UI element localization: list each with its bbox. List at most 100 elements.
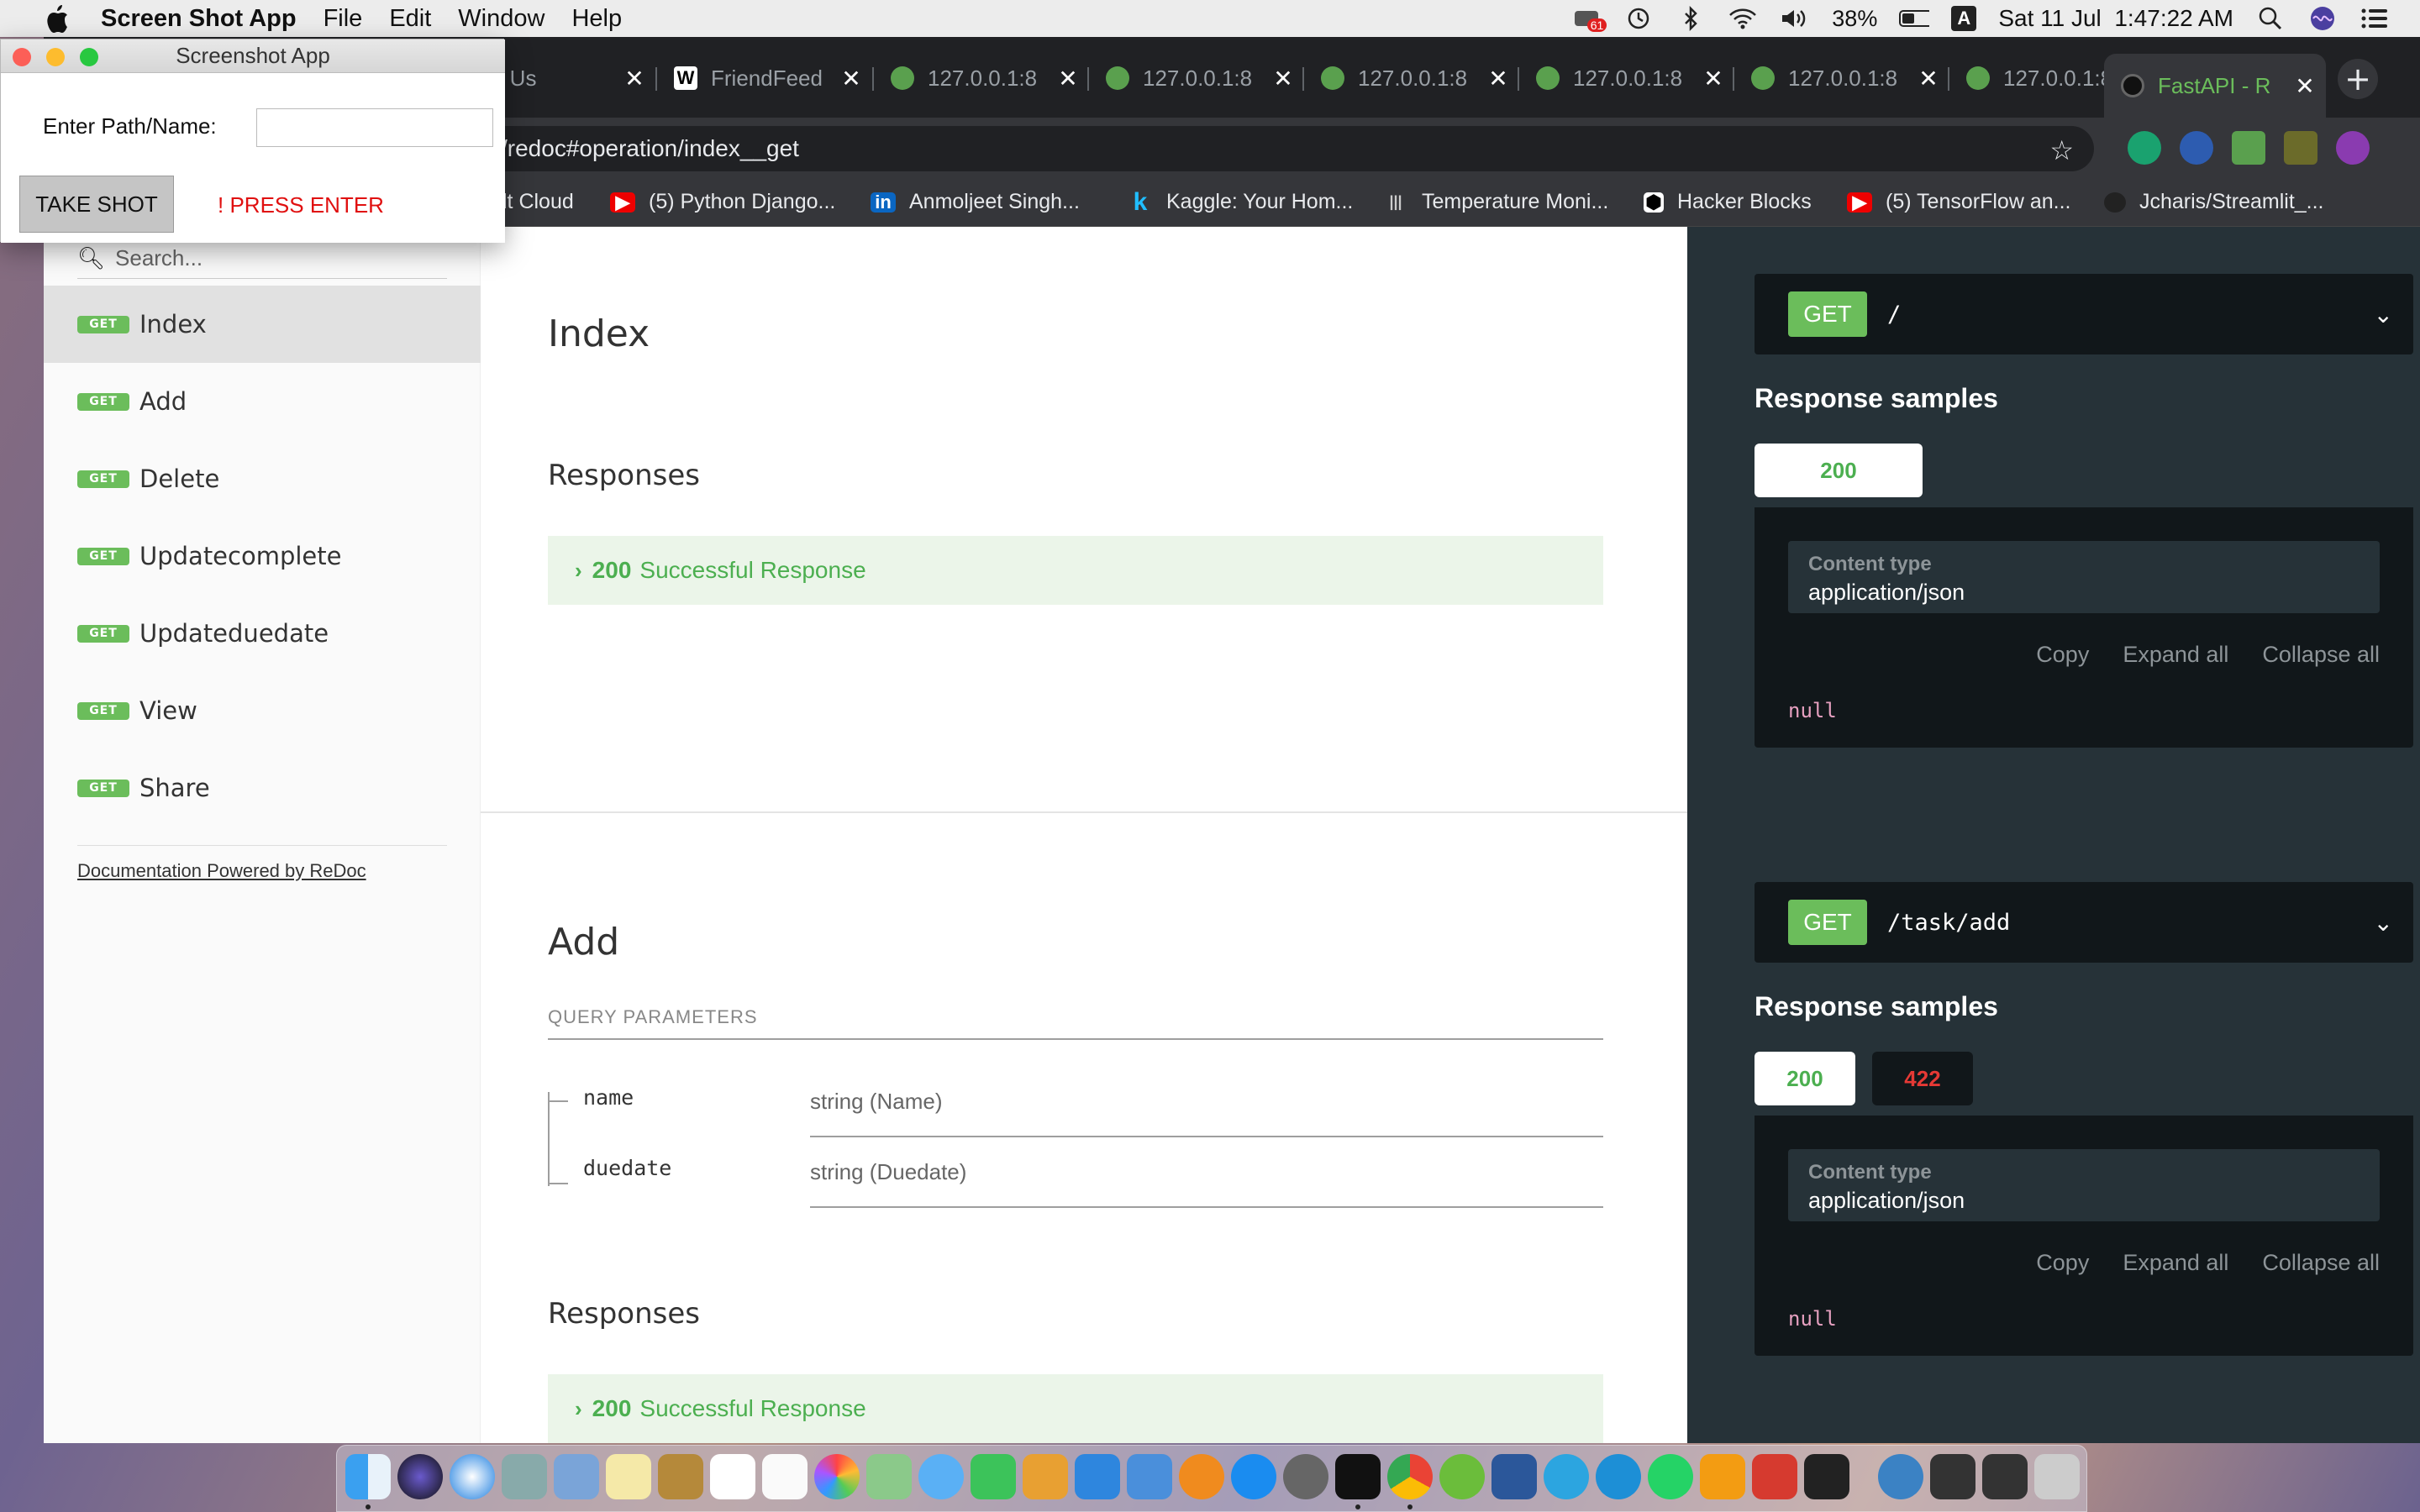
close-tab-icon[interactable]: ✕	[1916, 65, 1941, 92]
siri-dock-icon[interactable]	[397, 1454, 443, 1499]
photos-icon[interactable]	[814, 1454, 860, 1499]
input-source-indicator[interactable]: A	[1951, 6, 1977, 31]
take-shot-button[interactable]: TAKE SHOT	[19, 176, 174, 233]
trash-icon[interactable]	[2034, 1454, 2080, 1499]
expand-all-button[interactable]: Expand all	[2123, 642, 2228, 668]
collapse-all-button[interactable]: Collapse all	[2262, 642, 2380, 668]
sample-tab-422[interactable]: 422	[1872, 1052, 1973, 1105]
chrome-icon[interactable]	[1387, 1454, 1433, 1499]
browser-tab[interactable]: W FriendFeed ✕	[657, 54, 872, 102]
downloads-icon[interactable]	[1878, 1454, 1923, 1499]
endpoint-toggle[interactable]: GET / ⌄	[1754, 274, 2413, 354]
word-icon[interactable]	[1491, 1454, 1537, 1499]
siri-icon[interactable]	[2307, 7, 2338, 30]
menu-edit[interactable]: Edit	[389, 5, 431, 33]
close-tab-icon[interactable]: ✕	[1701, 65, 1726, 92]
search-box[interactable]: 🔍︎ Search...	[77, 239, 447, 279]
minimized-window-thumbnail[interactable]	[1930, 1454, 1975, 1499]
whatsapp-icon[interactable]	[1648, 1454, 1693, 1499]
close-tab-icon[interactable]: ✕	[839, 65, 864, 92]
notification-center-icon[interactable]	[2360, 7, 2390, 30]
browser-tab[interactable]: 127.0.0.1:8 ✕	[1519, 54, 1734, 102]
browser-tab[interactable]: 127.0.0.1:8 ✕	[1734, 54, 1949, 102]
wifi-icon[interactable]	[1728, 7, 1758, 30]
keynote-icon[interactable]	[1127, 1454, 1172, 1499]
battery-icon[interactable]	[1899, 7, 1930, 30]
grammarly-extension-icon[interactable]	[2128, 131, 2161, 165]
collapse-all-button[interactable]: Collapse all	[2262, 1250, 2380, 1276]
sample-tab-200[interactable]: 200	[1754, 444, 1923, 497]
notification-app-icon[interactable]: 61	[1571, 7, 1607, 32]
sidebar-item-updatecomplete[interactable]: GET Updatecomplete	[44, 517, 481, 595]
bookmark-item[interactable]: ▶ (5) TensorFlow an...	[1847, 190, 2070, 214]
teamviewer-icon[interactable]	[1596, 1454, 1641, 1499]
path-name-input[interactable]	[256, 108, 493, 147]
profile-avatar-icon[interactable]	[2336, 131, 2370, 165]
browser-tab[interactable]: 127.0.0.1:8 ✕	[1304, 54, 1519, 102]
window-titlebar[interactable]: Screenshot App	[1, 39, 505, 73]
sidebar-item-share[interactable]: GET Share	[44, 749, 481, 827]
messages-icon[interactable]	[918, 1454, 964, 1499]
console-icon[interactable]	[1804, 1454, 1849, 1499]
menu-help[interactable]: Help	[571, 5, 622, 33]
minimize-window-button[interactable]	[46, 48, 65, 66]
response-200-toggle[interactable]: › 200 Successful Response	[548, 1374, 1603, 1443]
minimized-window-thumbnail[interactable]	[1982, 1454, 2028, 1499]
copy-button[interactable]: Copy	[2036, 1250, 2089, 1276]
bookmark-item[interactable]: in Anmoljeet Singh...	[871, 190, 1080, 214]
bookmark-item[interactable]: Jcharis/Streamlit_...	[2104, 190, 2324, 214]
reminders-icon[interactable]	[762, 1454, 808, 1499]
facetime-icon[interactable]	[971, 1454, 1016, 1499]
content-type-select[interactable]: Content type application/json	[1788, 541, 2380, 613]
close-tab-icon[interactable]: ✕	[1055, 65, 1081, 92]
bookmark-item[interactable]: ⬢ Hacker Blocks	[1644, 190, 1812, 214]
menubar-clock[interactable]: Sat 11 Jul 1:47:22 AM	[1998, 5, 2233, 32]
volume-icon[interactable]	[1780, 7, 1810, 30]
maps-icon[interactable]	[866, 1454, 912, 1499]
close-tab-icon[interactable]: ✕	[1486, 65, 1511, 92]
powered-by-redoc-link[interactable]: Documentation Powered by ReDoc	[77, 860, 366, 882]
spotlight-search-icon[interactable]	[2255, 7, 2286, 30]
sidebar-item-delete[interactable]: GET Delete	[44, 440, 481, 517]
sidebar-item-index[interactable]: GET Index	[44, 286, 481, 363]
bookmark-item[interactable]: ||| Temperature Moni...	[1383, 190, 1608, 214]
response-200-toggle[interactable]: › 200 Successful Response	[548, 536, 1603, 605]
close-window-button[interactable]	[13, 48, 31, 66]
contacts-icon[interactable]	[658, 1454, 703, 1499]
sublime-text-icon[interactable]	[1700, 1454, 1745, 1499]
time-machine-icon[interactable]	[1623, 7, 1654, 30]
apple-icon[interactable]	[34, 4, 81, 33]
numbers-icon[interactable]	[1075, 1454, 1120, 1499]
safari-icon[interactable]	[450, 1454, 495, 1499]
close-tab-icon[interactable]: ✕	[622, 65, 647, 92]
search-input[interactable]: Search...	[115, 245, 203, 271]
sidebar-item-updateduedate[interactable]: GET Updateduedate	[44, 595, 481, 672]
calendar-icon[interactable]	[710, 1454, 755, 1499]
app-store-icon[interactable]	[1231, 1454, 1276, 1499]
browser-tab[interactable]: 127.0.0.1:8 ✕	[874, 54, 1089, 102]
battery-percent[interactable]: 38%	[1832, 6, 1877, 32]
preview-icon[interactable]	[554, 1454, 599, 1499]
content-type-select[interactable]: Content type application/json	[1788, 1149, 2380, 1221]
endpoint-toggle[interactable]: GET /task/add ⌄	[1754, 882, 2413, 963]
new-tab-button[interactable]: +	[2338, 59, 2378, 99]
books-icon[interactable]	[1179, 1454, 1224, 1499]
close-tab-icon[interactable]: ✕	[2292, 72, 2317, 100]
close-tab-icon[interactable]: ✕	[1270, 65, 1296, 92]
menu-window[interactable]: Window	[458, 5, 544, 33]
launchpad-icon[interactable]	[502, 1454, 547, 1499]
pdf-icon[interactable]	[1752, 1454, 1797, 1499]
finder-icon[interactable]	[345, 1454, 391, 1499]
sample-tab-200[interactable]: 200	[1754, 1052, 1855, 1105]
utorrent-icon[interactable]	[1439, 1454, 1485, 1499]
media-controls-icon[interactable]	[2284, 131, 2317, 165]
bookmark-star-icon[interactable]: ☆	[2049, 134, 2074, 166]
terminal-icon[interactable]	[1335, 1454, 1381, 1499]
copy-button[interactable]: Copy	[2036, 642, 2089, 668]
zoom-window-button[interactable]	[80, 48, 98, 66]
sidebar-item-view[interactable]: GET View	[44, 672, 481, 749]
notes-icon[interactable]	[606, 1454, 651, 1499]
bookmark-item[interactable]: k Kaggle: Your Hom...	[1128, 188, 1354, 216]
system-preferences-icon[interactable]	[1283, 1454, 1328, 1499]
bluetooth-icon[interactable]	[1676, 6, 1706, 31]
